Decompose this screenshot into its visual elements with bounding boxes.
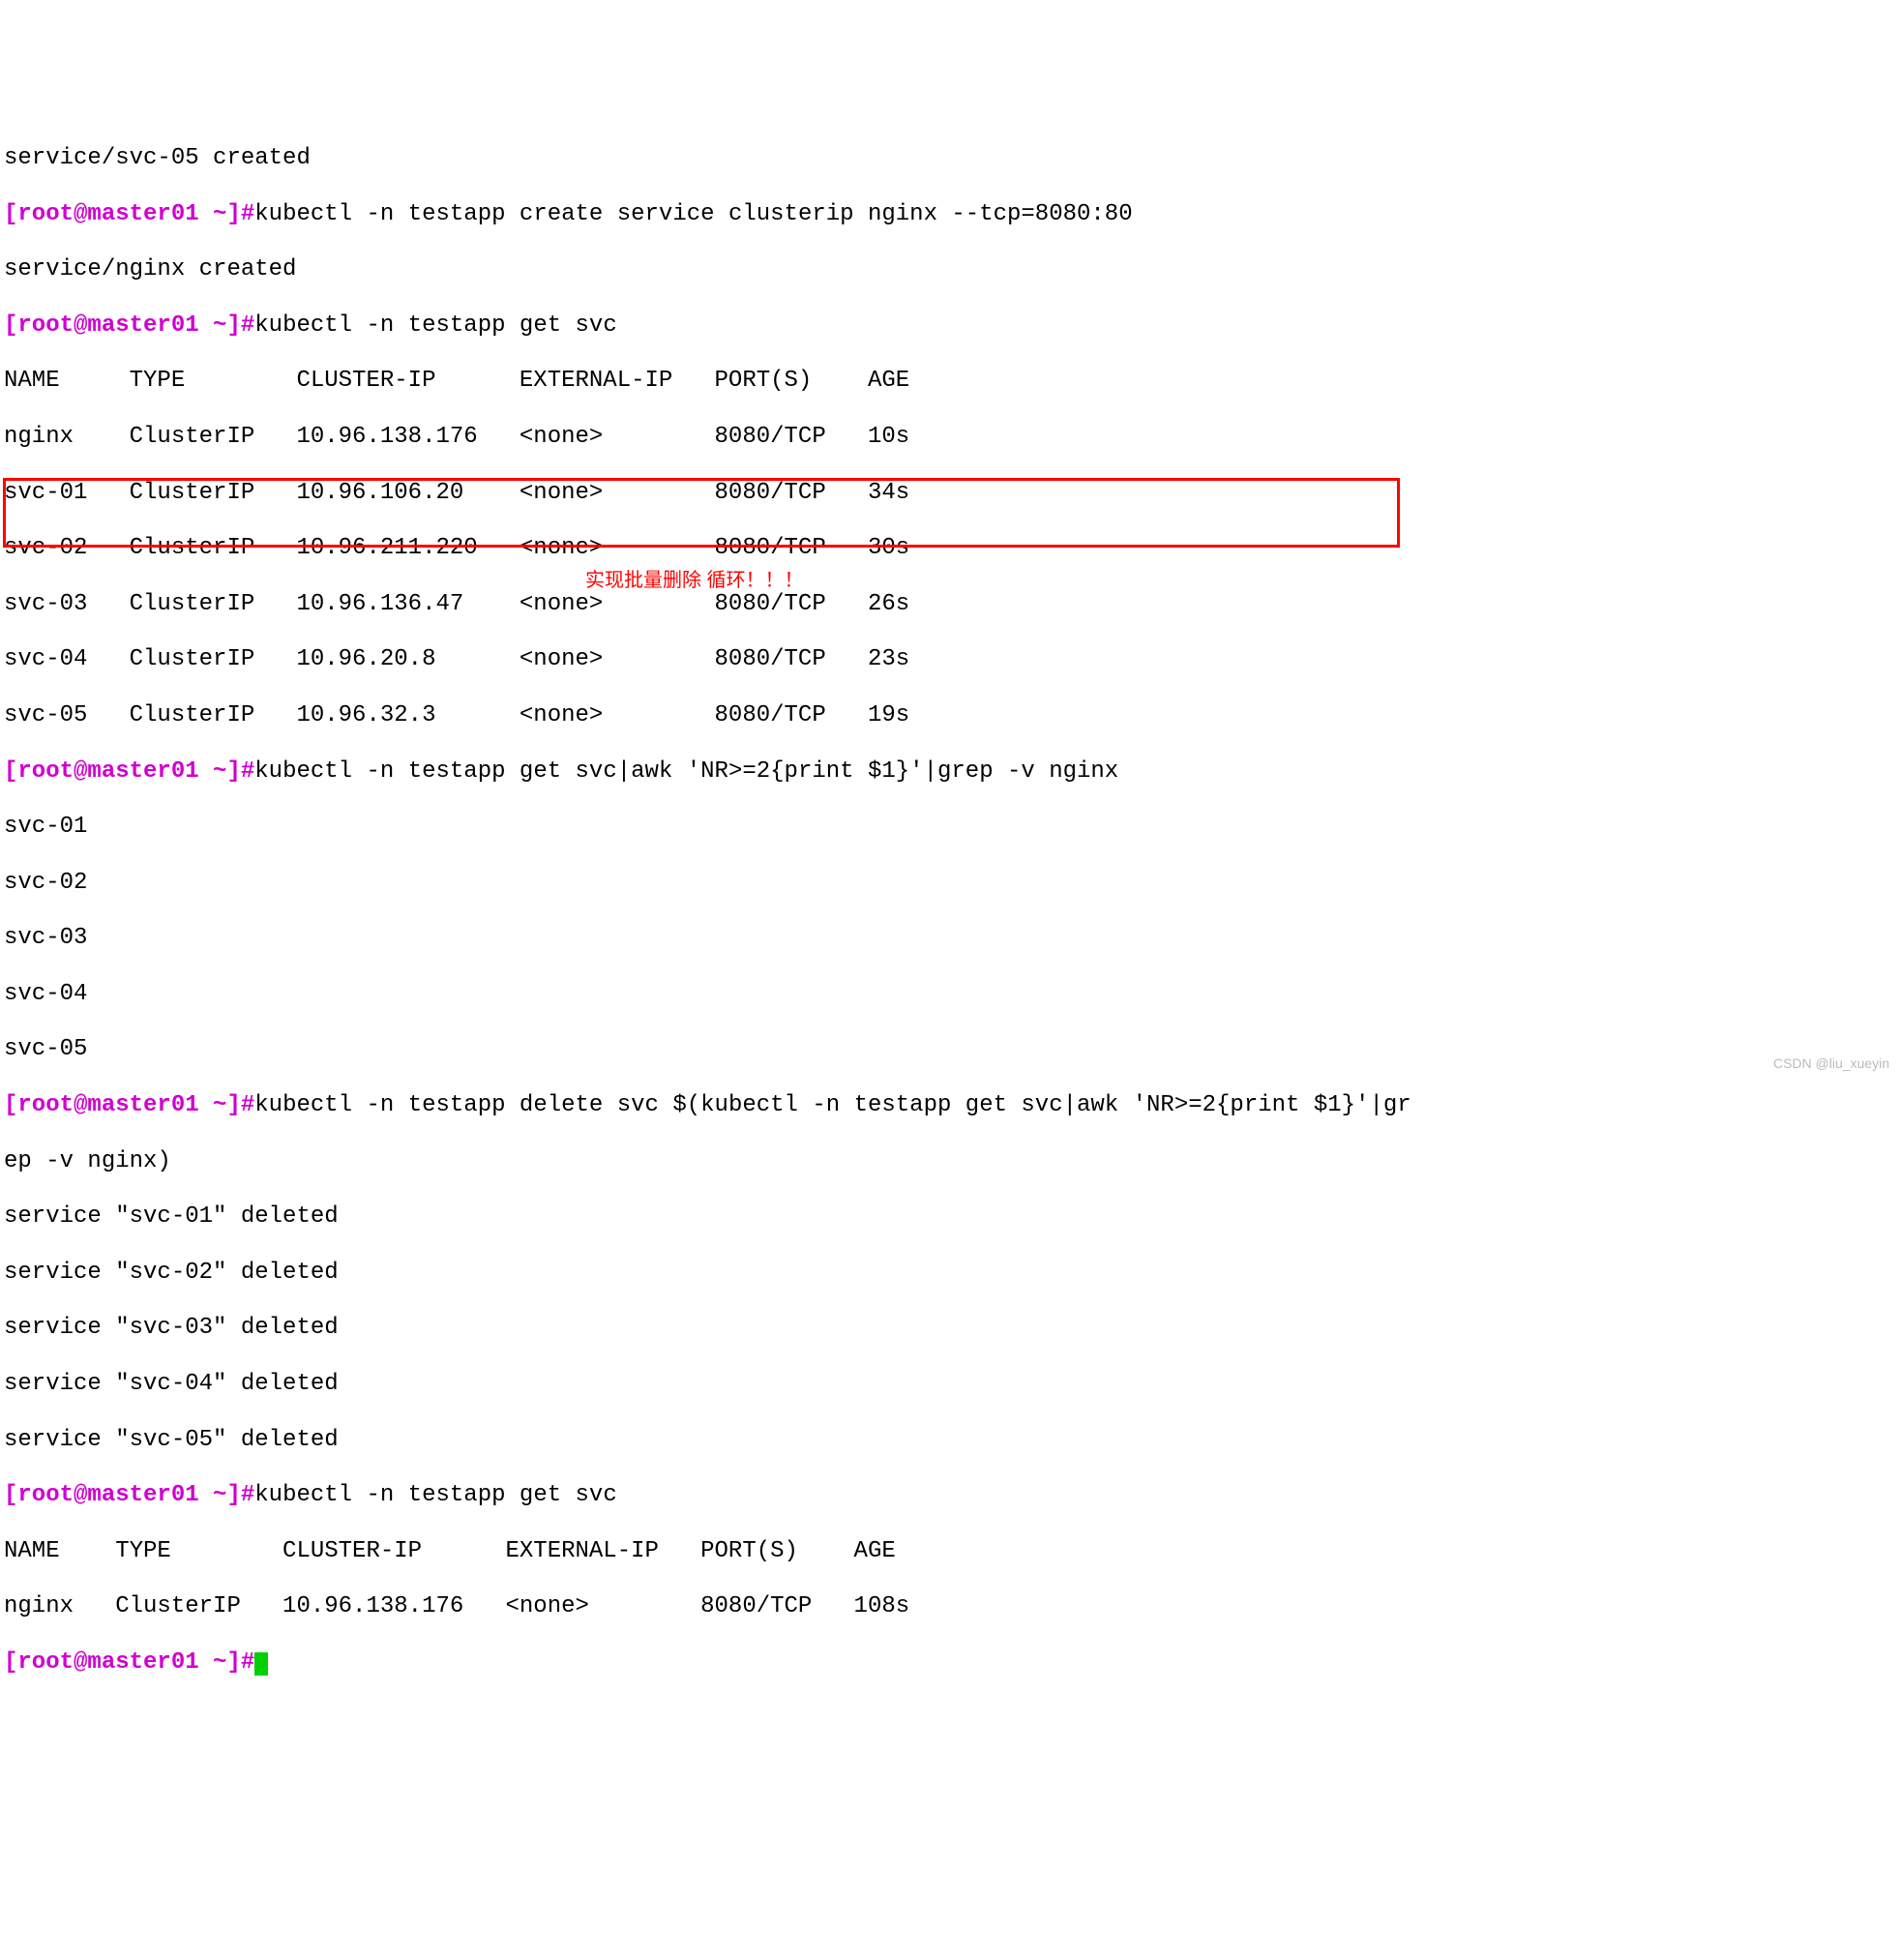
table-header: NAME TYPE CLUSTER-IP EXTERNAL-IP PORT(S)…: [4, 1538, 1897, 1566]
table-row: svc-05 ClusterIP 10.96.32.3 <none> 8080/…: [4, 702, 1897, 730]
list-item: svc-02: [4, 870, 1897, 898]
output-line: service/nginx created: [4, 256, 1897, 284]
output-line: service "svc-01" deleted: [4, 1203, 1897, 1232]
command-input-wrap[interactable]: ep -v nginx): [4, 1148, 1897, 1176]
table-row: nginx ClusterIP 10.96.138.176 <none> 808…: [4, 1593, 1897, 1621]
watermark-text: CSDN @liu_xueyin: [1773, 1055, 1889, 1072]
prompt: [root@master01 ~]#: [4, 1482, 254, 1508]
output-line: service "svc-03" deleted: [4, 1315, 1897, 1343]
prompt: [root@master01 ~]#: [4, 201, 254, 227]
table-header: NAME TYPE CLUSTER-IP EXTERNAL-IP PORT(S)…: [4, 368, 1897, 396]
list-item: svc-03: [4, 925, 1897, 953]
list-item: svc-01: [4, 814, 1897, 842]
table-row: svc-02 ClusterIP 10.96.211.220 <none> 80…: [4, 535, 1897, 563]
prompt: [root@master01 ~]#: [4, 1092, 254, 1118]
command-input[interactable]: kubectl -n testapp create service cluste…: [254, 201, 1132, 227]
output-line: service/svc-05 created: [4, 145, 1897, 173]
command-input[interactable]: kubectl -n testapp get svc|awk 'NR>=2{pr…: [254, 758, 1118, 785]
table-row: nginx ClusterIP 10.96.138.176 <none> 808…: [4, 424, 1897, 452]
prompt: [root@master01 ~]#: [4, 312, 254, 339]
command-input[interactable]: kubectl -n testapp get svc: [254, 1482, 616, 1508]
output-line: service "svc-04" deleted: [4, 1371, 1897, 1399]
prompt: [root@master01 ~]#: [4, 1649, 254, 1676]
terminal-output: service/svc-05 created [root@master01 ~]…: [0, 111, 1901, 1708]
table-row: svc-03 ClusterIP 10.96.136.47 <none> 808…: [4, 591, 1897, 619]
list-item: svc-05: [4, 1036, 1897, 1064]
annotation-text: 实现批量删除 循环！！！: [585, 569, 804, 592]
table-row: svc-04 ClusterIP 10.96.20.8 <none> 8080/…: [4, 646, 1897, 674]
cursor-icon: [254, 1652, 268, 1676]
list-item: svc-04: [4, 981, 1897, 1009]
table-row: svc-01 ClusterIP 10.96.106.20 <none> 808…: [4, 480, 1897, 508]
command-input[interactable]: kubectl -n testapp delete svc $(kubectl …: [254, 1092, 1411, 1118]
command-input[interactable]: kubectl -n testapp get svc: [254, 312, 616, 339]
output-line: service "svc-02" deleted: [4, 1260, 1897, 1288]
prompt: [root@master01 ~]#: [4, 758, 254, 785]
output-line: service "svc-05" deleted: [4, 1427, 1897, 1455]
